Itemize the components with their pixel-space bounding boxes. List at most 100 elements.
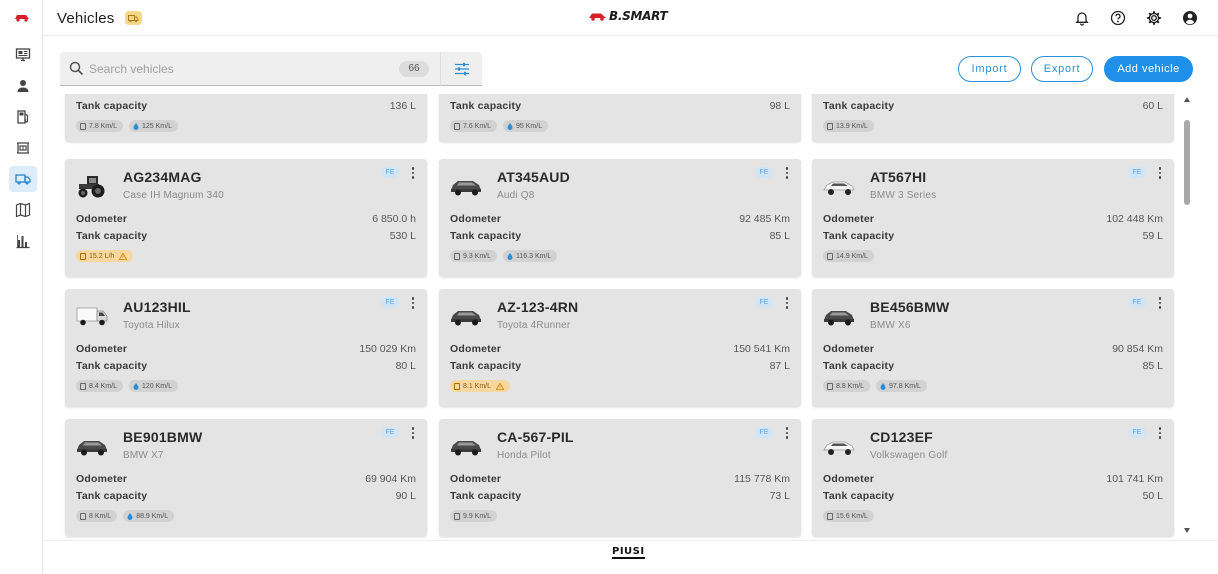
sidebar-item-vehicles[interactable] bbox=[9, 166, 37, 192]
fe-tag: FE bbox=[755, 427, 773, 438]
page-title: Vehicles bbox=[57, 10, 115, 27]
dashboard-icon bbox=[15, 48, 31, 62]
vehicle-model: BMW X6 bbox=[870, 320, 911, 331]
tank-capacity-row: Tank capacity 59 L bbox=[823, 230, 1163, 242]
consumption-chips: 8 Km/L 88.9 Km/L bbox=[76, 510, 175, 522]
consumption-chips: 9.3 Km/L 116.3 Km/L bbox=[450, 250, 558, 262]
add-vehicle-button[interactable]: Add vehicle bbox=[1104, 56, 1193, 82]
vehicle-card[interactable]: BE456BMW BMW X6 FE Odometer 90 854 Km Tank ca… bbox=[812, 289, 1174, 407]
vehicle-model: Honda Pilot bbox=[497, 450, 551, 461]
fuel-icon bbox=[827, 122, 833, 130]
more-options-icon[interactable] bbox=[783, 166, 791, 180]
vehicle-plate: AU123HIL bbox=[123, 299, 191, 315]
fuel-icon bbox=[827, 252, 833, 260]
consumption-value: 97.8 Km/L bbox=[889, 382, 921, 390]
tank-capacity-value: 85 L bbox=[769, 230, 790, 242]
tank-capacity-row: Tank capacity 530 L bbox=[76, 230, 416, 242]
vehicle-card[interactable]: AG234MAG Case IH Magnum 340 FE Odometer 6 85… bbox=[65, 159, 427, 277]
tank-capacity-label: Tank capacity bbox=[450, 230, 522, 242]
vehicle-model: Toyota Hilux bbox=[123, 320, 180, 331]
settings-button[interactable] bbox=[1145, 9, 1163, 27]
odometer-label: Odometer bbox=[76, 473, 128, 485]
vehicle-plate: AT345AUD bbox=[497, 169, 570, 185]
consumption-value: 15.6 Km/L bbox=[836, 512, 868, 520]
help-icon bbox=[1110, 10, 1126, 26]
scrollbar-thumb[interactable] bbox=[1184, 120, 1190, 205]
brand-car-icon[interactable] bbox=[13, 11, 31, 23]
vehicle-card[interactable]: BE901BMW BMW X7 FE Odometer 69 904 Km Tank ca… bbox=[65, 419, 427, 537]
vehicle-plate: CA-567-PIL bbox=[497, 429, 574, 445]
tank-capacity-value: 85 L bbox=[1142, 360, 1163, 372]
vehicle-model: Volkswagen Golf bbox=[870, 450, 948, 461]
more-options-icon[interactable] bbox=[1156, 296, 1164, 310]
sidebar-item-tanks[interactable] bbox=[9, 135, 37, 161]
vehicle-count-badge: 66 bbox=[399, 61, 429, 77]
consumption-value: 15.2 L/h bbox=[89, 252, 115, 260]
help-button[interactable] bbox=[1109, 9, 1127, 27]
account-circle-icon bbox=[1183, 11, 1197, 25]
odometer-value: 150 029 Km bbox=[359, 343, 416, 355]
consumption-value: 8 Km/L bbox=[89, 512, 112, 520]
more-options-icon[interactable] bbox=[783, 426, 791, 440]
consumption-chip: 97.8 Km/L bbox=[876, 380, 927, 392]
vehicle-card[interactable]: Tank capacity 60 L 13.9 Km/L bbox=[812, 94, 1174, 142]
consumption-chip: 7.6 Km/L bbox=[450, 120, 498, 132]
fuel-icon bbox=[80, 252, 86, 260]
tank-capacity-row: Tank capacity 98 L bbox=[450, 100, 790, 112]
odometer-row: Odometer 150 541 Km bbox=[450, 343, 790, 355]
tank-capacity-label: Tank capacity bbox=[450, 490, 522, 502]
vehicle-model: Case IH Magnum 340 bbox=[123, 190, 224, 201]
vehicle-card[interactable]: AT567HI BMW 3 Series FE Odometer 102 448 Km T… bbox=[812, 159, 1174, 277]
more-options-icon[interactable] bbox=[409, 296, 417, 310]
vehicle-card[interactable]: CD123EF Volkswagen Golf FE Odometer 101 741 … bbox=[812, 419, 1174, 537]
consumption-value: 9.9 Km/L bbox=[463, 512, 492, 520]
vehicle-model: Toyota 4Runner bbox=[497, 320, 571, 331]
brand-car-logo-icon bbox=[589, 13, 606, 21]
account-button[interactable] bbox=[1181, 9, 1199, 27]
vehicle-card[interactable]: AU123HIL Toyota Hilux FE Odometer 150 029 Km… bbox=[65, 289, 427, 407]
filter-button[interactable] bbox=[440, 52, 482, 86]
more-options-icon[interactable] bbox=[409, 426, 417, 440]
import-button[interactable]: Import bbox=[958, 56, 1021, 82]
odometer-label: Odometer bbox=[823, 473, 875, 485]
consumption-value: 95 Km/L bbox=[516, 122, 543, 130]
consumption-chip: 8.4 Km/L bbox=[76, 380, 124, 392]
more-options-icon[interactable] bbox=[409, 166, 417, 180]
vehicle-card[interactable]: CA-567-PIL Honda Pilot FE Odometer 115 778 K… bbox=[439, 419, 801, 537]
consumption-chip: 9.3 Km/L bbox=[450, 250, 498, 262]
export-button[interactable]: Export bbox=[1031, 56, 1093, 82]
vehicle-card[interactable]: AT345AUD Audi Q8 FE Odometer 92 485 Km Tank c… bbox=[439, 159, 801, 277]
fuel-icon bbox=[80, 122, 86, 130]
vehicle-suv-dark-icon bbox=[449, 173, 483, 199]
consumption-chip: 88.9 Km/L bbox=[123, 510, 175, 522]
scroll-up-arrow-icon[interactable] bbox=[1184, 97, 1190, 102]
sidebar-item-reports[interactable] bbox=[9, 228, 37, 254]
vehicle-car-white-icon bbox=[822, 433, 856, 459]
search-input[interactable] bbox=[89, 61, 389, 77]
vehicle-grid: Tank capacity 136 L 7.8 Km/L 125 Km/L Tank c… bbox=[43, 94, 1197, 538]
odometer-row: Odometer 6 850.0 h bbox=[76, 213, 416, 225]
scroll-down-arrow-icon[interactable] bbox=[1184, 528, 1190, 533]
sidebar-item-fuel-pumps[interactable] bbox=[9, 104, 37, 130]
more-options-icon[interactable] bbox=[783, 296, 791, 310]
more-options-icon[interactable] bbox=[1156, 426, 1164, 440]
notifications-button[interactable] bbox=[1073, 9, 1091, 27]
vehicle-card[interactable]: AZ-123-4RN Toyota 4Runner FE Odometer 150 54… bbox=[439, 289, 801, 407]
vehicle-card[interactable]: Tank capacity 136 L 7.8 Km/L 125 Km/L bbox=[65, 94, 427, 142]
more-options-icon[interactable] bbox=[1156, 166, 1164, 180]
fuel-icon bbox=[454, 122, 460, 130]
sidebar-item-users[interactable] bbox=[9, 73, 37, 99]
consumption-chip: 116.3 Km/L bbox=[503, 250, 558, 262]
scrollbar[interactable] bbox=[1180, 94, 1194, 538]
fuel-icon bbox=[80, 382, 86, 390]
consumption-value: 14.9 Km/L bbox=[836, 252, 868, 260]
tank-capacity-value: 60 L bbox=[1142, 100, 1163, 112]
vehicle-card[interactable]: Tank capacity 98 L 7.6 Km/L 95 Km/L bbox=[439, 94, 801, 142]
sidebar-item-dashboard[interactable] bbox=[9, 42, 37, 68]
consumption-chips: 8.1 Km/L bbox=[450, 380, 511, 392]
odometer-row: Odometer 92 485 Km bbox=[450, 213, 790, 225]
sidebar-item-map[interactable] bbox=[9, 197, 37, 223]
search-bar: 66 bbox=[60, 52, 482, 86]
bell-icon bbox=[1075, 12, 1089, 26]
consumption-value: 8.8 Km/L bbox=[836, 382, 865, 390]
